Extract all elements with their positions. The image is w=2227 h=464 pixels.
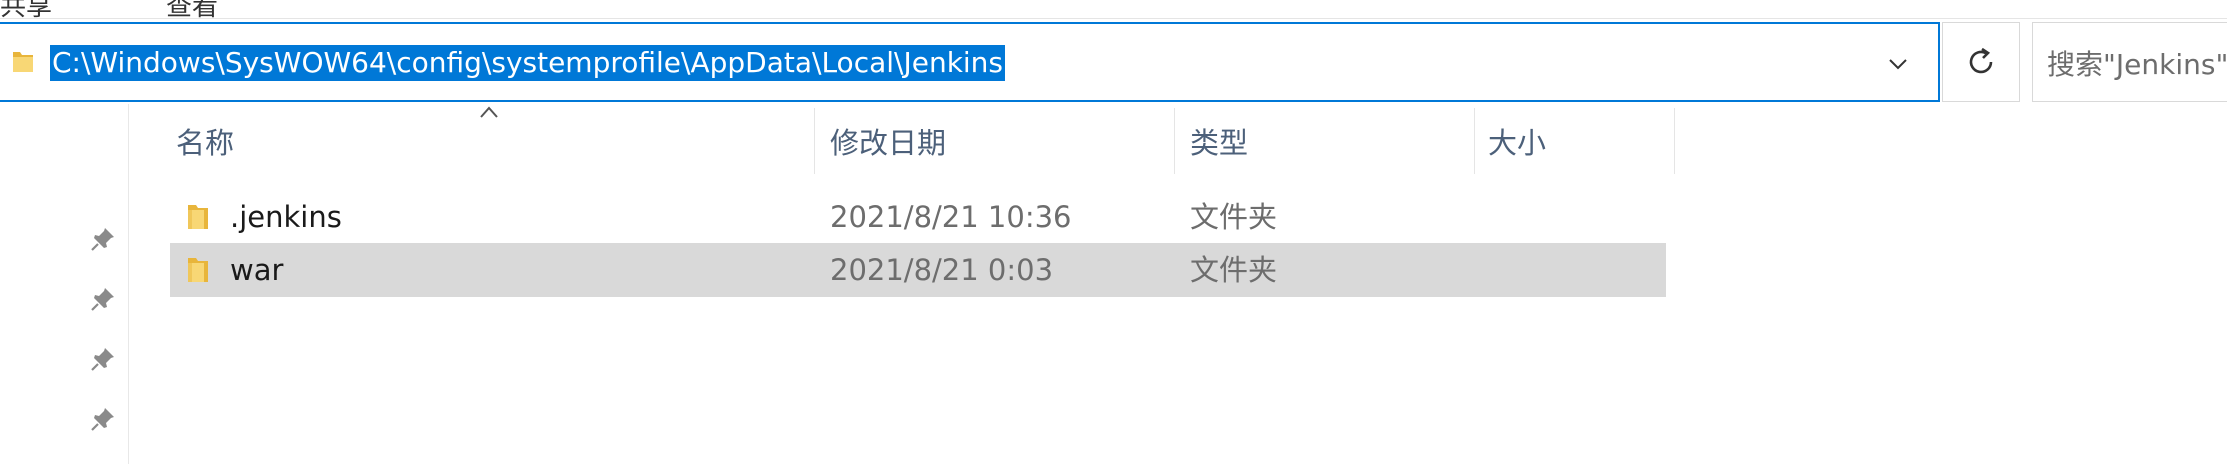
refresh-icon xyxy=(1969,47,1993,74)
file-explorer-window: 共享 查看 C:\Windows\SysWOW64\config\systemp… xyxy=(0,0,2227,464)
file-row-selected[interactable]: war 2021/8/21 0:03 文件夹 xyxy=(170,243,1666,297)
file-date-modified: 2021/8/21 10:36 xyxy=(830,200,1072,234)
search-input[interactable]: 搜索"Jenkins" xyxy=(2032,22,2227,102)
column-header-type[interactable]: 类型 xyxy=(1190,112,1470,174)
pin-icon[interactable] xyxy=(90,286,116,312)
column-header-name[interactable]: 名称 xyxy=(176,112,812,174)
column-divider[interactable] xyxy=(1174,108,1175,174)
ribbon-tab-share[interactable]: 共享 xyxy=(0,0,52,18)
address-path[interactable]: C:\Windows\SysWOW64\config\systemprofile… xyxy=(50,45,1006,81)
file-date-modified: 2021/8/21 0:03 xyxy=(830,253,1054,287)
file-row[interactable]: .jenkins 2021/8/21 10:36 文件夹 xyxy=(170,190,1666,244)
file-type: 文件夹 xyxy=(1190,253,1278,287)
folder-icon xyxy=(13,52,33,72)
pin-icon[interactable] xyxy=(90,346,116,372)
refresh-button[interactable] xyxy=(1942,22,2020,102)
column-header-size[interactable]: 大小 xyxy=(1488,112,1668,174)
address-dropdown-button[interactable] xyxy=(1878,44,1918,84)
navigation-pane xyxy=(0,104,129,464)
column-divider[interactable] xyxy=(814,108,815,174)
address-bar[interactable]: C:\Windows\SysWOW64\config\systemprofile… xyxy=(0,22,1940,102)
file-name[interactable]: .jenkins xyxy=(230,190,342,244)
ribbon-tab-view[interactable]: 查看 xyxy=(166,0,218,18)
search-placeholder: 搜索"Jenkins" xyxy=(2047,48,2227,81)
folder-icon xyxy=(188,258,208,282)
file-type: 文件夹 xyxy=(1190,200,1278,234)
pin-icon[interactable] xyxy=(90,226,116,252)
chevron-down-icon xyxy=(1889,59,1907,70)
column-header-date-modified[interactable]: 修改日期 xyxy=(830,112,1170,174)
column-divider[interactable] xyxy=(1674,108,1675,174)
column-divider[interactable] xyxy=(1474,108,1475,174)
folder-icon xyxy=(188,205,208,229)
pin-icon[interactable] xyxy=(90,406,116,432)
file-name[interactable]: war xyxy=(230,243,283,297)
ribbon-tabs: 共享 查看 xyxy=(0,0,2227,19)
